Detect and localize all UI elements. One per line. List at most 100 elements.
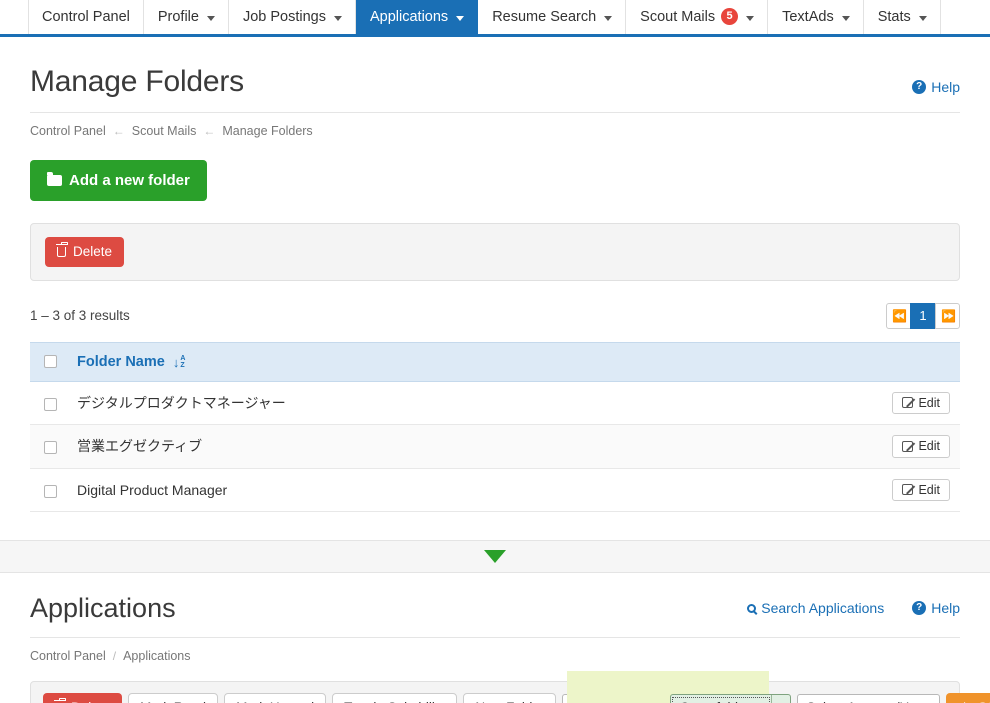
applications-header-links: Search Applications ? Help [747,600,960,624]
search-applications-label: Search Applications [761,600,885,616]
breadcrumb-item-control-panel[interactable]: Control Panel [30,124,106,138]
edit-folder-button[interactable]: Edit [892,435,950,458]
add-folder-label: Add a new folder [69,172,190,189]
select-all-checkbox[interactable] [44,355,57,369]
table-header-row: Folder Name ↓ A Z [30,341,960,382]
folder-name-cell: 営業エグゼクティブ [67,424,880,469]
results-bar: 1 – 3 of 3 results ⏪ 1 ⏩ [30,302,960,329]
folders-action-panel: Delete [30,223,960,281]
table-row: デジタルプロダクトマネージャー Edit [30,381,960,425]
folders-table-body: デジタルプロダクトマネージャー Edit 営業エグゼクティブ Edit Digi… [30,381,960,512]
help-label: Help [931,79,960,95]
row-select-cell [30,468,67,512]
chevron-down-icon [206,15,215,21]
applications-toolbar-panel: Delete Mark Read Mark Unread Toggle Suit… [30,671,990,703]
nav-item-job-postings[interactable]: Job Postings [229,0,356,34]
nav-item-textads[interactable]: TextAds [768,0,864,34]
nav-label: Stats [877,9,911,25]
nav-label: Resume Search [492,9,597,25]
nav-item-applications[interactable]: Applications [356,0,479,34]
mark-read-button[interactable]: Mark Read [128,693,219,703]
question-circle-icon: ? [912,80,927,94]
folder-name-header[interactable]: Folder Name ↓ A Z [67,341,880,382]
mark-unread-button[interactable]: Mark Unread [224,693,327,703]
nav-item-stats[interactable]: Stats [864,0,941,34]
chevron-down-icon [334,15,342,21]
export-csv-button[interactable]: CSV [946,693,990,703]
nav-item-scout-mails[interactable]: Scout Mails 5 [626,0,769,34]
pagination: ⏪ 1 ⏩ [886,302,960,329]
nav-label: Applications [370,9,449,25]
search-applications-link[interactable]: Search Applications [747,600,884,620]
folder-name-header-label: Folder Name [77,353,165,370]
nav-item-resume-search[interactable]: Resume Search [478,0,627,34]
sort-az-glyph: A Z [180,355,185,369]
chevron-down-icon [746,15,755,21]
breadcrumb-item-applications[interactable]: Applications [123,649,190,663]
folders-table-head: Folder Name ↓ A Z [30,341,960,382]
edit-pencil-icon [902,484,914,496]
applications-header: Applications Search Applications ? Help [30,573,960,624]
delete-applications-button[interactable]: Delete [43,693,123,703]
row-action-cell: Edit [880,468,960,512]
applications-section: Applications Search Applications ? Help … [0,573,990,703]
trash-icon [55,241,68,257]
delete-label: Delete [73,244,113,259]
new-folder-button[interactable]: New Folder [463,693,557,703]
folder-name-cell: Digital Product Manager [67,468,880,512]
row-checkbox[interactable] [44,441,57,455]
row-select-cell [30,381,67,425]
breadcrumb-item-scout-mails[interactable]: Scout Mails [132,124,197,138]
move-to-select-wrapper: Move to [562,694,665,703]
sort-alpha-down-icon: ↓ A Z [173,355,186,370]
nav-item-profile[interactable]: Profile [144,0,229,34]
sort-arrow: ↓ [172,354,180,370]
row-action-cell: Edit [880,381,960,425]
row-select-cell [30,424,67,469]
pagination-first-button[interactable]: ⏪ [886,302,911,329]
section-collapse-toggle[interactable] [0,540,990,573]
nav-label: Profile [157,9,199,25]
select-account-user-select[interactable]: Select Account/User [797,694,941,703]
search-icon [747,603,757,613]
nav-label: Control Panel [42,9,130,25]
edit-folder-button[interactable]: Edit [892,391,950,414]
edit-pencil-icon [902,397,914,409]
breadcrumb-separator-icon: ← [203,124,216,138]
select-account-wrapper: Select Account/User [797,694,941,703]
breadcrumb-item-control-panel[interactable]: Control Panel [30,649,106,663]
breadcrumb-applications: Control Panel / Applications [30,638,960,663]
sort-letter-a: A [180,355,186,362]
main-navigation: Control Panel Profile Job Postings Appli… [0,0,990,37]
pagination-page-1[interactable]: 1 [910,302,936,329]
table-row: Digital Product Manager Edit [30,468,960,512]
move-to-select[interactable]: Move to [562,694,665,703]
open-folder-selected-value: Open folder [672,697,771,703]
edit-pencil-icon [902,440,914,452]
open-folder-select[interactable]: Open folder [670,694,792,703]
add-new-folder-button[interactable]: Add a new folder [30,160,207,201]
nav-label: Job Postings [242,9,326,25]
help-link-folders[interactable]: ? Help [912,79,960,99]
breadcrumb-item-manage-folders[interactable]: Manage Folders [222,124,312,138]
breadcrumb-folders: Control Panel ← Scout Mails ← Manage Fol… [30,113,960,138]
nav-label: Scout Mails [640,9,716,25]
row-checkbox[interactable] [44,397,57,411]
help-link-applications[interactable]: ? Help [912,600,960,620]
breadcrumb-separator-icon: ← [112,124,125,138]
edit-label: Edit [918,395,940,410]
manage-folders-section: Manage Folders ? Help Control Panel ← Sc… [0,37,990,512]
nav-item-control-panel[interactable]: Control Panel [28,0,144,34]
page-title: Manage Folders [30,65,244,98]
delete-folders-button[interactable]: Delete [45,237,125,267]
row-checkbox[interactable] [44,484,57,498]
actions-header [880,341,960,382]
row-action-cell: Edit [880,424,960,469]
toggle-suitability-button[interactable]: Toggle Suitability [332,693,458,703]
chevron-down-triangle-icon [484,550,506,563]
open-folder-dropdown-toggle[interactable] [771,695,790,703]
pagination-last-button[interactable]: ⏩ [935,302,960,329]
edit-folder-button[interactable]: Edit [892,478,950,501]
folders-table: Folder Name ↓ A Z デジタルプロダクトマネージャー Edit 営… [30,341,960,513]
